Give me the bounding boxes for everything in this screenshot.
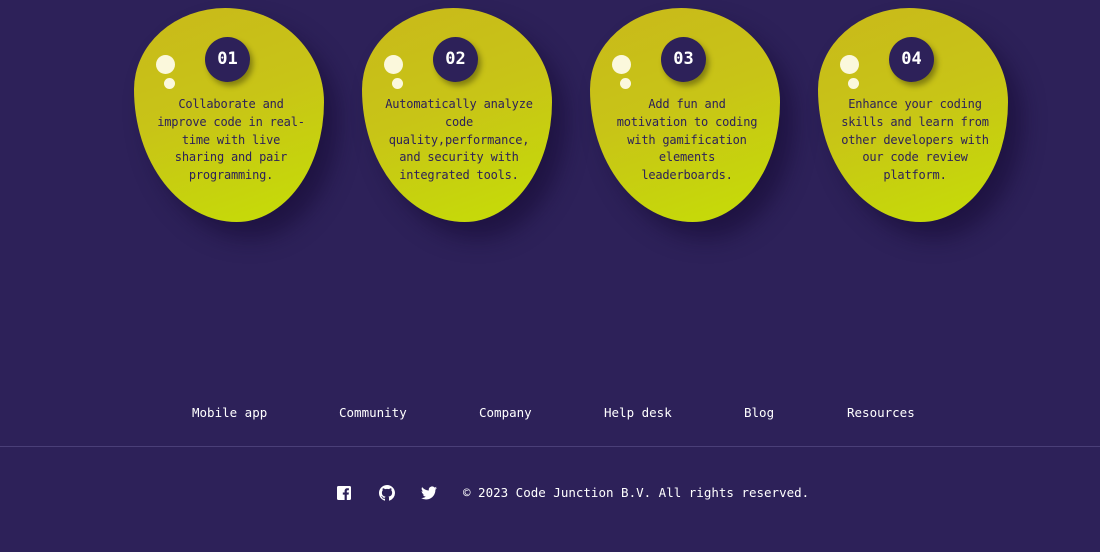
footer-divider xyxy=(0,446,1100,447)
feature-number: 04 xyxy=(889,37,934,82)
footer-nav: Mobile app Community Company Help desk B… xyxy=(0,405,1100,423)
decorative-dot xyxy=(156,55,175,74)
feature-number: 03 xyxy=(661,37,706,82)
feature-cards: 01 Collaborate and improve code in real-… xyxy=(0,0,1100,260)
feature-card-3: 03 Add fun and motivation to coding with… xyxy=(590,8,780,222)
footer-bottom: © 2023 Code Junction B.V. All rights res… xyxy=(0,482,1100,504)
feature-card-2: 02 Automatically analyze code quality,pe… xyxy=(362,8,552,222)
footer-link-mobile-app[interactable]: Mobile app xyxy=(192,405,267,420)
decorative-dot xyxy=(392,78,403,89)
decorative-dot xyxy=(384,55,403,74)
decorative-dot xyxy=(848,78,859,89)
feature-text: Enhance your coding skills and learn fro… xyxy=(841,97,989,183)
footer-link-blog[interactable]: Blog xyxy=(744,405,774,420)
footer-link-help-desk[interactable]: Help desk xyxy=(604,405,672,420)
decorative-dot xyxy=(612,55,631,74)
decorative-dot xyxy=(840,55,859,74)
page: 01 Collaborate and improve code in real-… xyxy=(0,0,1100,552)
feature-number: 01 xyxy=(205,37,250,82)
github-icon[interactable] xyxy=(379,485,395,501)
footer-link-resources[interactable]: Resources xyxy=(847,405,915,420)
footer-link-community[interactable]: Community xyxy=(339,405,407,420)
footer-link-company[interactable]: Company xyxy=(479,405,532,420)
feature-number: 02 xyxy=(433,37,478,82)
feature-card-4: 04 Enhance your coding skills and learn … xyxy=(818,8,1008,222)
feature-text: Add fun and motivation to coding with ga… xyxy=(616,97,758,183)
twitter-icon[interactable] xyxy=(421,485,437,501)
copyright-text: © 2023 Code Junction B.V. All rights res… xyxy=(463,485,810,500)
feature-text: Automatically analyze code quality,perfo… xyxy=(385,97,533,183)
decorative-dot xyxy=(620,78,631,89)
facebook-icon[interactable] xyxy=(336,485,352,501)
feature-text: Collaborate and improve code in real-tim… xyxy=(157,97,305,183)
feature-card-1: 01 Collaborate and improve code in real-… xyxy=(134,8,324,222)
decorative-dot xyxy=(164,78,175,89)
